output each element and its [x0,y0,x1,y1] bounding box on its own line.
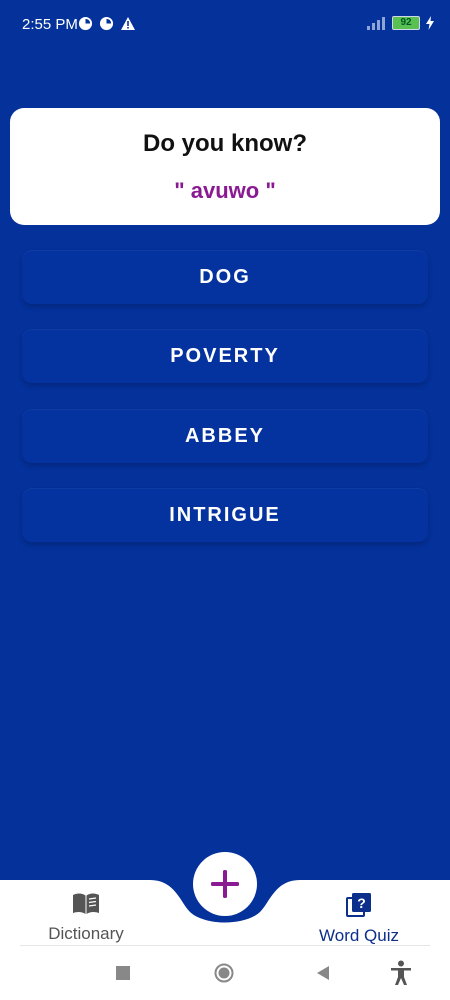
question-word: " avuwo " [174,178,276,203]
status-left-icons [78,16,136,31]
status-time: 2:55 PM [22,16,78,33]
accessibility-icon[interactable] [390,960,412,986]
nav-divider [20,945,430,946]
answer-option-2[interactable]: POVERTY [22,329,428,383]
back-icon[interactable] [316,965,330,981]
quiz-icon: ? [346,893,371,917]
question-card: Do you know? " avuwo " [10,108,440,225]
pie-notification-icon [78,16,93,31]
answer-option-4[interactable]: INTRIGUE [22,488,428,542]
nav-dictionary[interactable]: Dictionary [16,893,156,944]
svg-text:?: ? [357,895,366,911]
add-fab-button[interactable] [193,852,257,916]
book-icon [73,893,99,914]
system-navigation-bar [0,950,450,1000]
signal-icon [367,17,385,30]
charging-icon [426,16,434,30]
pie-notification-icon [99,16,114,31]
plus-icon [211,870,239,898]
nav-word-quiz-label: Word Quiz [319,926,399,945]
battery-icon: 92 [392,16,420,30]
recents-icon[interactable] [115,965,131,981]
warning-icon [121,17,135,30]
question-title: Do you know? [143,130,307,157]
home-icon[interactable] [214,963,234,983]
status-bar: 2:55 PM 92 [0,0,450,50]
nav-dictionary-label: Dictionary [48,924,124,943]
nav-word-quiz[interactable]: ? Word Quiz [289,893,429,946]
status-right-icons: 92 [366,16,434,30]
answer-option-1[interactable]: DOG [22,250,428,304]
answer-option-3[interactable]: ABBEY [22,409,428,463]
